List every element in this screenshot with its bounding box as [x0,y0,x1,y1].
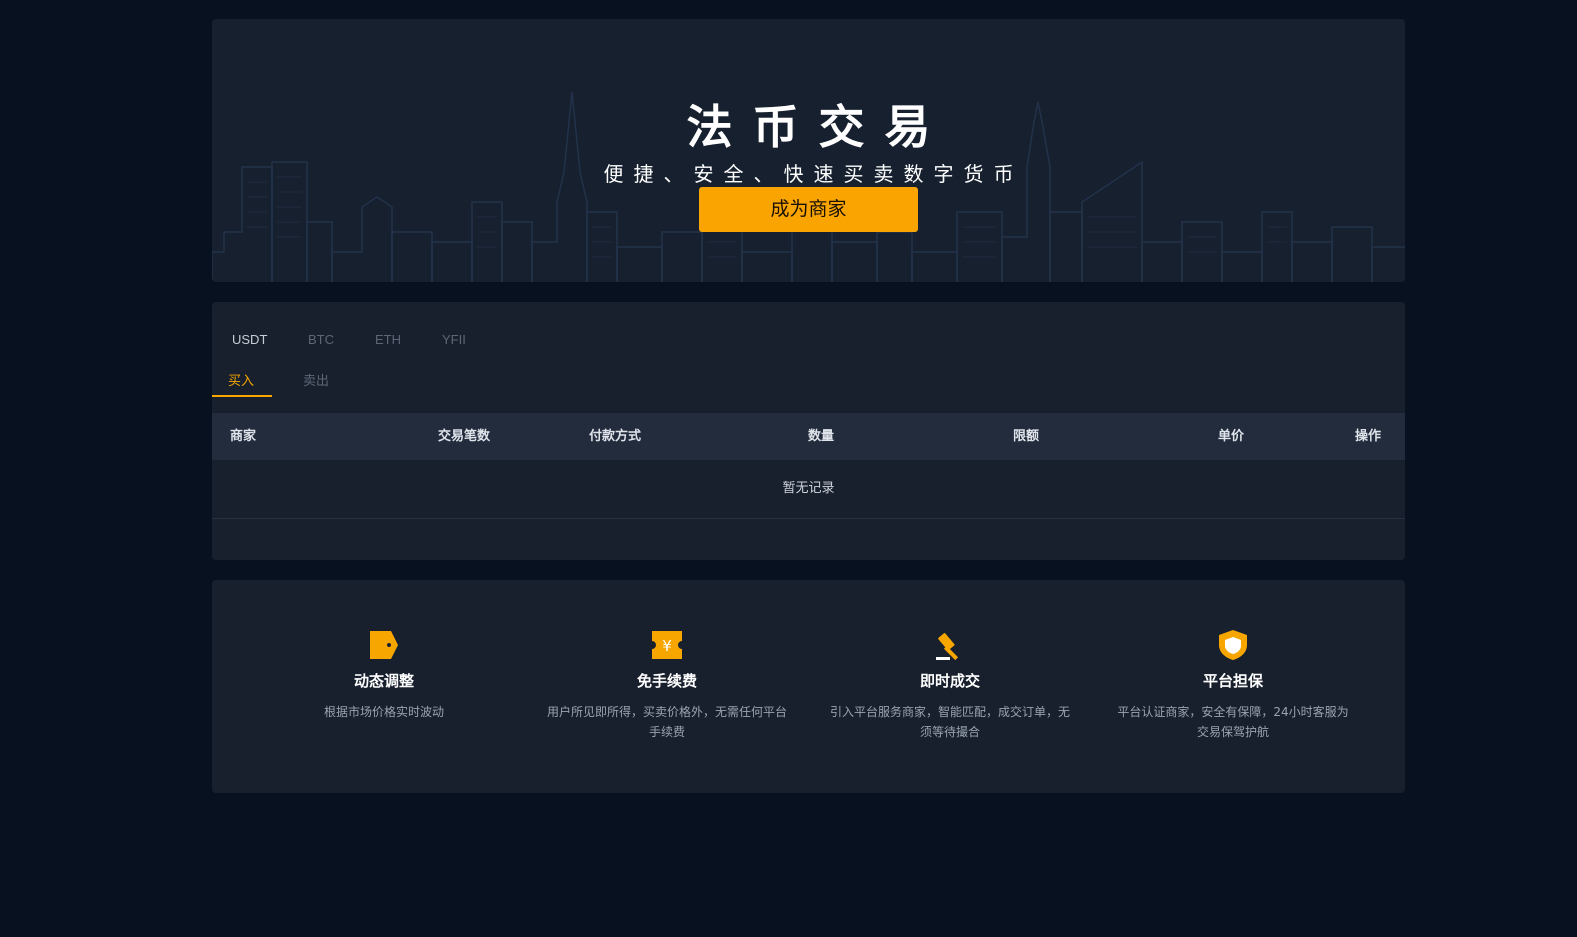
column-quantity: 数量 [808,429,835,444]
column-limit: 限额 [1013,429,1040,444]
trade-panel: USDT BTC ETH YFII 买入 卖出 商家 交易笔数 付款方式 数量 … [212,302,1405,560]
feature-desc: 根据市场价格实时波动 [323,705,444,719]
column-payment-method: 付款方式 [589,429,642,444]
tab-buy[interactable]: 买入 [228,370,254,389]
active-tab-underline [212,395,272,397]
page: 法币交易 便捷、安全、快速买卖数字货币 成为商家 USDT BTC ETH YF… [0,0,1577,937]
hero-banner: 法币交易 便捷、安全、快速买卖数字货币 成为商家 [212,19,1405,282]
svg-text:¥: ¥ [662,637,672,655]
feature-no-fee: ¥ 免手续费 用户所见即所得，买卖价格外，无需任何平台手续费 [542,628,792,742]
trade-side-tabs: 买入 卖出 [212,368,412,398]
column-action: 操作 [1355,429,1382,444]
feature-desc: 引入平台服务商家，智能匹配，成交订单，无须等待撮合 [830,705,1071,739]
empty-state: 暂无记录 [212,460,1405,519]
tab-sell[interactable]: 卖出 [303,370,329,389]
feature-title: 免手续费 [636,672,697,690]
feature-instant-deal: 即时成交 引入平台服务商家，智能匹配，成交订单，无须等待撮合 [825,628,1075,742]
column-trade-count: 交易笔数 [438,429,491,444]
tag-icon [370,631,398,659]
table-header: 商家 交易笔数 付款方式 数量 限额 单价 操作 [212,413,1405,460]
yen-ticket-icon: ¥ [652,631,682,659]
become-merchant-button[interactable]: 成为商家 [699,187,918,232]
features-panel: 动态调整 根据市场价格实时波动 ¥ 免手续费 用户所见即所得，买卖价格外，无需任… [212,580,1405,793]
feature-platform-guarantee: 平台担保 平台认证商家，安全有保障，24小时客服为交易保驾护航 [1108,628,1358,742]
feature-title: 平台担保 [1202,672,1263,690]
coin-tab-usdt[interactable]: USDT [232,332,267,347]
banner-subtitle: 便捷、安全、快速买卖数字货币 [603,162,1024,186]
column-unit-price: 单价 [1218,429,1245,444]
feature-desc: 平台认证商家，安全有保障，24小时客服为交易保驾护航 [1117,705,1349,739]
coin-tab-eth[interactable]: ETH [375,332,401,347]
banner-title: 法币交易 [686,100,951,154]
column-merchant: 商家 [230,429,257,444]
coin-tab-btc[interactable]: BTC [308,332,334,347]
gavel-icon [936,633,959,661]
coin-tab-yfii[interactable]: YFII [442,332,466,347]
feature-desc: 用户所见即所得，买卖价格外，无需任何平台手续费 [547,705,788,739]
shield-icon [1219,630,1247,660]
feature-title: 动态调整 [353,672,414,690]
feature-title: 即时成交 [919,672,980,690]
feature-dynamic-adjust: 动态调整 根据市场价格实时波动 [259,628,509,722]
